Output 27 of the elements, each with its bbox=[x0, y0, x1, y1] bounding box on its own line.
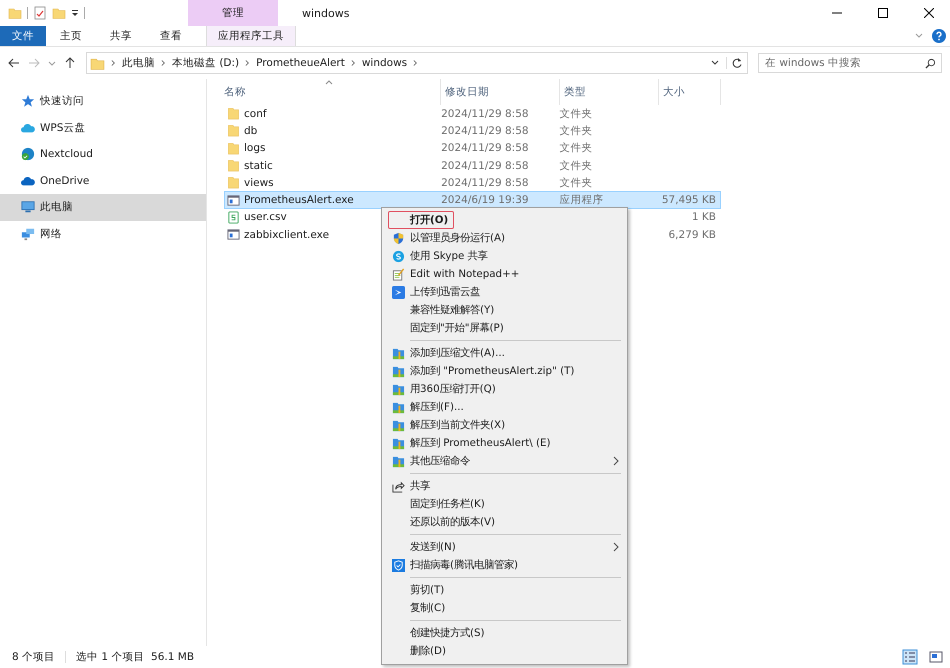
file-size: 6,279 KB bbox=[668, 228, 716, 241]
modified-date: 2024/11/29 8:58 bbox=[441, 142, 529, 154]
selection-info: 选中 1 个项目 56.1 MB bbox=[76, 650, 194, 664]
file-type: 文件夹 bbox=[560, 124, 593, 138]
modified-date: 2024/11/29 8:58 bbox=[441, 108, 529, 120]
file-size: 1 KB bbox=[692, 211, 716, 224]
file-name: logs bbox=[244, 142, 266, 154]
file-name: views bbox=[244, 176, 274, 189]
context-tab-header: 管理 bbox=[188, 0, 278, 26]
file-name: user.csv bbox=[244, 211, 287, 224]
modified-date: 2024/11/29 8:58 bbox=[441, 160, 529, 172]
file-type: 应用程序 bbox=[560, 193, 604, 208]
modified-date: 2024/6/19 19:39 bbox=[441, 194, 529, 206]
file-name: zabbixclient.exe bbox=[244, 228, 330, 241]
file-name: conf bbox=[244, 108, 267, 120]
file-type: 文件夹 bbox=[560, 141, 593, 156]
window-title: windows bbox=[302, 6, 350, 20]
modified-date: 2024/11/29 8:58 bbox=[441, 124, 529, 137]
file-type: 文件夹 bbox=[560, 158, 593, 173]
item-count: 8 个项目 bbox=[12, 650, 56, 664]
modified-date: 2024/11/29 8:58 bbox=[441, 176, 529, 189]
file-name: static bbox=[244, 160, 273, 172]
file-name: PrometheusAlert.exe bbox=[244, 194, 354, 206]
file-type: 文件夹 bbox=[560, 106, 593, 121]
file-size: 57,495 KB bbox=[662, 194, 716, 206]
file-type: 文件夹 bbox=[560, 176, 593, 190]
file-name: db bbox=[244, 124, 258, 137]
